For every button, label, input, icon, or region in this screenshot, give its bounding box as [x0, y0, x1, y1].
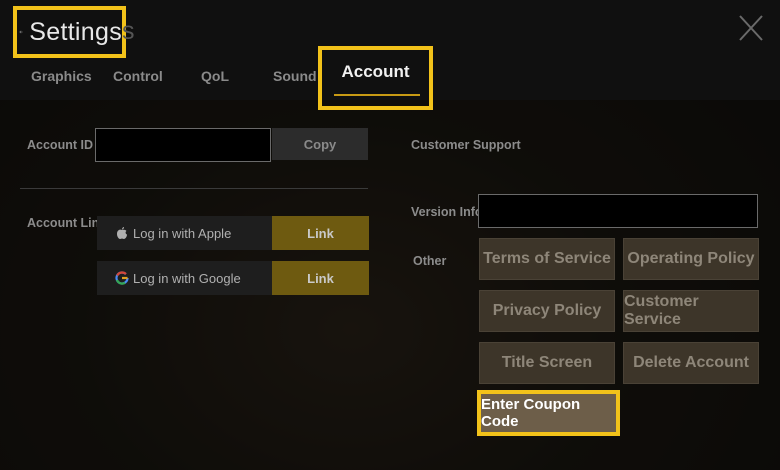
title-overflow-text: s: [122, 17, 135, 45]
tab-control[interactable]: Control: [113, 68, 163, 84]
account-id-field[interactable]: [95, 128, 271, 162]
customer-service-button[interactable]: Customer Service: [623, 290, 759, 332]
account-link-label: Account Link: [27, 216, 107, 230]
account-id-label: Account ID: [27, 138, 93, 152]
enter-coupon-code-button[interactable]: Enter Coupon Code: [477, 390, 620, 436]
back-button[interactable]: Settings: [13, 6, 126, 58]
google-link-button[interactable]: Link: [272, 261, 369, 295]
terms-of-service-button[interactable]: Terms of Service: [479, 238, 615, 280]
delete-account-button[interactable]: Delete Account: [623, 342, 759, 384]
apple-login-label: Log in with Apple: [133, 225, 232, 241]
tab-account[interactable]: Account: [318, 46, 433, 110]
coupon-button-label: Enter Coupon Code: [481, 396, 581, 430]
google-icon: [115, 271, 129, 285]
tab-graphics[interactable]: Graphics: [31, 68, 92, 84]
google-login-label: Log in with Google: [133, 270, 241, 286]
privacy-policy-button[interactable]: Privacy Policy: [479, 290, 615, 332]
apple-login-row: Log in with Apple: [97, 216, 273, 250]
tab-sound[interactable]: Sound: [273, 68, 317, 84]
operating-policy-button[interactable]: Operating Policy: [623, 238, 759, 280]
arrow-left-icon[interactable]: [19, 20, 23, 44]
page-title: Settings: [29, 17, 122, 46]
close-icon[interactable]: [738, 14, 764, 42]
version-info-field: [478, 194, 758, 228]
active-tab-indicator: [334, 94, 420, 96]
version-info-label: Version Info: [411, 205, 483, 219]
copy-button[interactable]: Copy: [272, 128, 368, 160]
google-login-row: Log in with Google: [97, 261, 273, 295]
section-divider: [20, 188, 368, 189]
apple-link-button[interactable]: Link: [272, 216, 369, 250]
tab-qol[interactable]: QoL: [201, 68, 229, 84]
tab-account-label: Account: [341, 62, 410, 81]
apple-icon: [117, 227, 127, 239]
other-label: Other: [413, 254, 447, 268]
customer-support-title: Customer Support: [411, 138, 521, 152]
title-screen-button[interactable]: Title Screen: [479, 342, 615, 384]
